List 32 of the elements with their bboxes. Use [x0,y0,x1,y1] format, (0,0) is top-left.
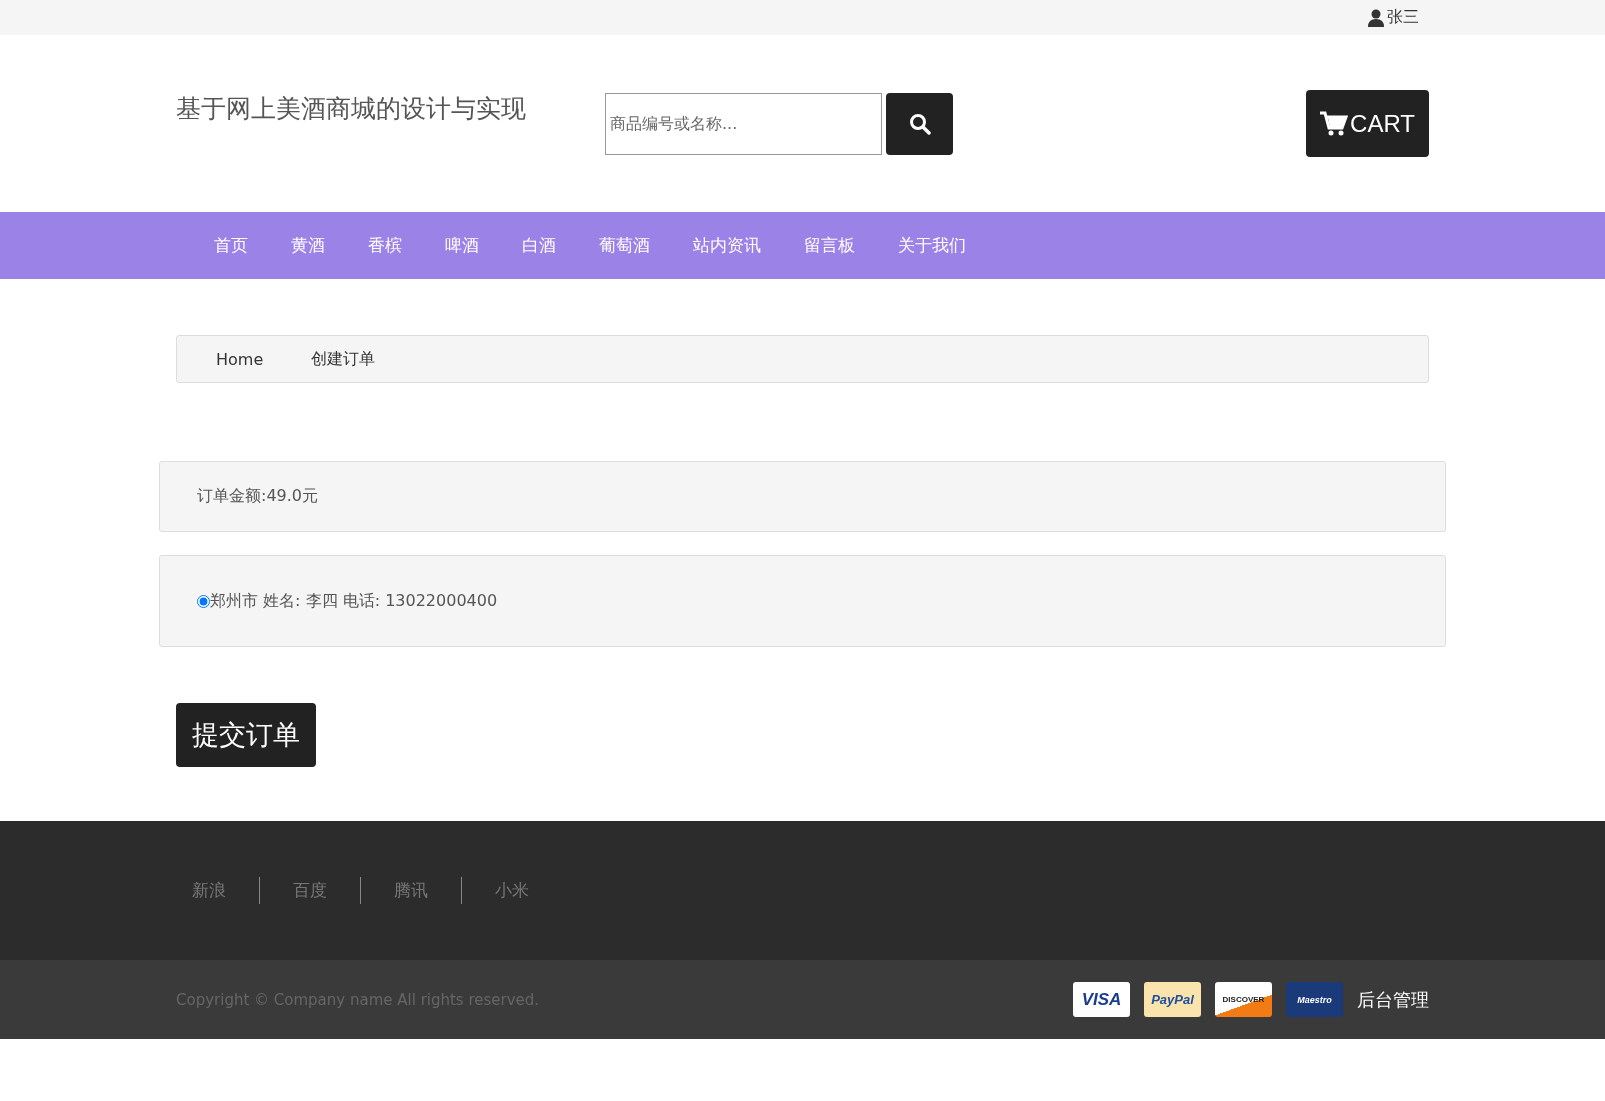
nav-link[interactable]: 啤酒 [445,234,479,257]
order-amount: 订单金额:49.0元 [197,486,318,507]
search-field[interactable]: 商品编号或名称... [605,92,882,155]
nav-link[interactable]: 留言板 [804,234,855,257]
payment-logo: Maestro [1286,982,1343,1017]
footer-link[interactable]: 小米 [461,877,562,904]
nav-link[interactable]: 香槟 [368,234,402,257]
nav-link[interactable]: 葡萄酒 [599,234,650,257]
address-label: 郑州市 姓名: 李四 电话: 13022000400 [210,590,498,612]
nav-link[interactable]: 站内资讯 [693,234,761,257]
user-icon [1368,8,1384,27]
user-link[interactable]: 张三 [1368,7,1419,28]
search-button[interactable] [886,92,953,155]
nav-link[interactable]: 白酒 [522,234,556,257]
nav-link[interactable]: 首页 [214,234,248,257]
cart-icon [1320,110,1349,137]
breadcrumb-link[interactable]: Home [216,349,264,369]
address-radio[interactable] [197,594,210,608]
submit-order-button[interactable]: 提交订单 [176,703,316,767]
footer-link[interactable]: 百度 [259,877,360,904]
search-icon [908,112,931,135]
admin-link[interactable]: 后台管理 [1357,987,1429,1012]
payment-logo: DISCOVER [1215,982,1272,1017]
breadcrumb-link[interactable]: 创建订单 [311,348,376,370]
nav-link[interactable]: 黄酒 [291,234,325,257]
footer-link[interactable]: 新浪 [192,877,259,904]
payment-logo: VISA [1073,982,1130,1017]
payment-logo: PayPal [1144,982,1201,1017]
nav-link[interactable]: 关于我们 [898,234,966,257]
footer-link[interactable]: 腾讯 [360,877,461,904]
site-title: 基于网上美酒商城的设计与实现 [176,93,527,125]
cart-button[interactable]: CART [1306,90,1429,157]
